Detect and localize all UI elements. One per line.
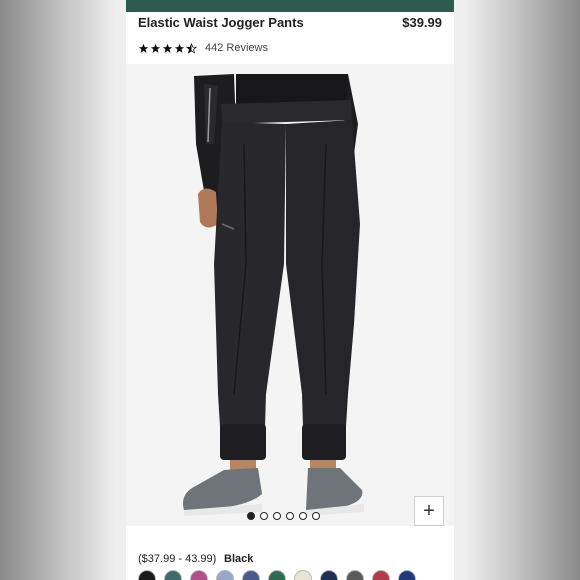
color-swatch-8[interactable] [320,570,338,580]
jogger-pants-photo [183,74,364,516]
star-full-icon [138,43,149,53]
price-range: ($37.99 - 43.99) [138,553,217,565]
zoom-button[interactable]: + [414,496,444,526]
color-swatch-1[interactable] [138,570,156,580]
carousel-dot-1[interactable] [247,512,255,520]
color-swatch-11[interactable] [398,570,416,580]
product-title: Elastic Waist Jogger Pants [138,15,304,30]
star-half-icon [186,42,197,54]
color-swatch-7[interactable] [294,570,312,580]
star-full-icon [162,43,173,53]
image-carousel-dots [247,512,320,520]
color-swatch-6[interactable] [268,570,286,580]
product-price: $39.99 [402,15,442,30]
carousel-dot-2[interactable] [260,512,268,520]
product-image[interactable]: + [126,64,454,526]
color-swatch-9[interactable] [346,570,364,580]
star-full-icon [150,43,161,53]
color-swatch-5[interactable] [242,570,260,580]
carousel-dot-5[interactable] [299,512,307,520]
star-rating [138,42,197,54]
carousel-dot-3[interactable] [273,512,281,520]
color-swatch-3[interactable] [190,570,208,580]
color-swatch-10[interactable] [372,570,390,580]
star-full-icon [174,43,185,53]
product-rating[interactable]: 442 Reviews [138,42,268,54]
app-header-bar [126,0,454,12]
color-swatches [138,570,416,580]
carousel-dot-6[interactable] [312,512,320,520]
product-page: Elastic Waist Jogger Pants $39.99 442 Re… [126,0,454,580]
reviews-link[interactable]: 442 Reviews [205,42,268,54]
selected-color-name: Black [224,553,254,565]
carousel-dot-4[interactable] [286,512,294,520]
color-swatch-4[interactable] [216,570,234,580]
color-swatch-2[interactable] [164,570,182,580]
plus-icon: + [423,499,435,522]
